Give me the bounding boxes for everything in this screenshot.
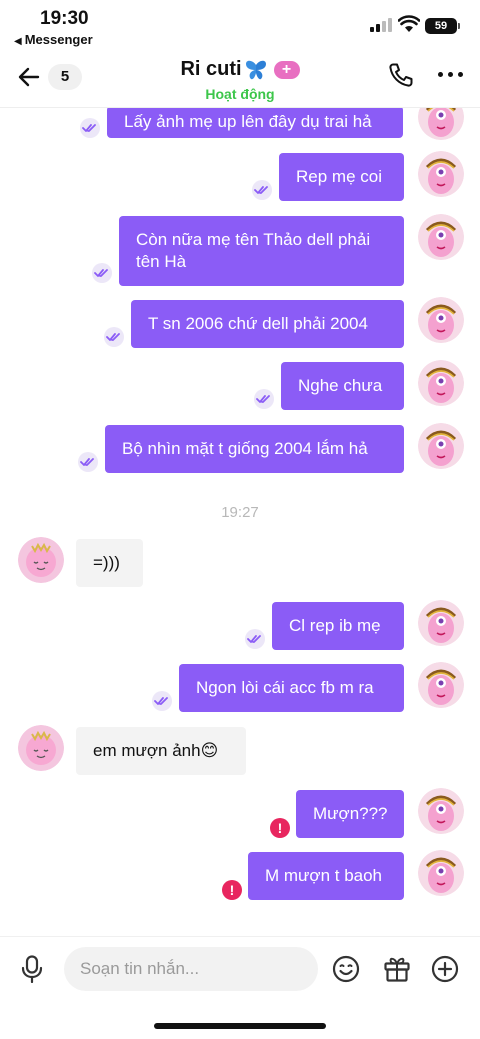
contact-avatar[interactable] — [18, 537, 64, 583]
message-text: Cl rep ib mẹ — [289, 616, 381, 635]
my-avatar[interactable] — [418, 214, 464, 260]
message-text: Ngon lòi cái acc fb m ra — [196, 678, 374, 697]
my-avatar[interactable] — [418, 600, 464, 646]
seen-check-icon — [245, 629, 265, 649]
add-icon[interactable] — [431, 955, 459, 983]
signal-icon — [370, 18, 392, 32]
outgoing-message-bubble[interactable]: Nghe chưa — [281, 362, 404, 410]
my-avatar[interactable] — [418, 108, 464, 140]
seen-check-icon — [78, 452, 98, 472]
my-avatar[interactable] — [418, 788, 464, 834]
outgoing-message-bubble[interactable]: Ngon lòi cái acc fb m ra — [179, 664, 404, 712]
outgoing-message-bubble[interactable]: T sn 2006 chứ dell phải 2004 — [131, 300, 404, 348]
incoming-message-bubble[interactable]: em mượn ảnh😊 — [76, 727, 246, 775]
outgoing-message-bubble[interactable]: Bộ nhìn mặt t giống 2004 lắm hả — [105, 425, 404, 473]
phone-icon[interactable] — [388, 62, 414, 88]
my-avatar[interactable] — [418, 423, 464, 469]
my-avatar[interactable] — [418, 360, 464, 406]
my-avatar[interactable] — [418, 662, 464, 708]
message-text: Còn nữa mẹ tên Thảo dell phải tên Hà — [136, 230, 371, 271]
back-app-label: Messenger — [24, 32, 93, 47]
status-bar: 19:30 ◀ Messenger 59 — [0, 0, 480, 50]
seen-check-icon — [254, 389, 274, 409]
message-list[interactable]: 19:27 Lấy ảnh mẹ up lên đây dụ trai hả Re… — [0, 108, 480, 936]
contact-name: Ri cuti — [180, 58, 242, 80]
outgoing-message-bubble[interactable]: M mượn t baoh — [248, 852, 404, 900]
active-status: Hoạt động — [205, 86, 275, 102]
message-text: Lấy ảnh mẹ up lên đây dụ trai hả — [124, 112, 372, 131]
butterfly-icon — [245, 60, 266, 79]
message-text: M mượn t baoh — [265, 866, 383, 885]
chat-header: 5 Ri cuti + Hoạt động — [0, 50, 480, 108]
outgoing-message-bubble[interactable]: Rep mẹ coi — [279, 153, 404, 201]
my-avatar[interactable] — [418, 297, 464, 343]
wifi-icon — [398, 15, 420, 32]
composer-bar — [0, 936, 480, 1000]
my-avatar[interactable] — [418, 151, 464, 197]
my-avatar[interactable] — [418, 850, 464, 896]
message-text: Mượn??? — [313, 804, 388, 823]
seen-check-icon — [252, 180, 272, 200]
message-text: em mượn ảnh😊 — [93, 741, 219, 760]
battery-indicator: 59 — [425, 18, 460, 34]
gift-icon[interactable] — [383, 955, 411, 983]
back-to-app-link[interactable]: ◀ Messenger — [14, 32, 93, 47]
outgoing-message-bubble[interactable]: Còn nữa mẹ tên Thảo dell phải tên Hà — [119, 216, 404, 286]
error-icon[interactable]: ! — [222, 880, 242, 900]
message-text: =))) — [93, 553, 120, 572]
mic-icon[interactable] — [20, 955, 44, 983]
error-icon[interactable]: ! — [270, 818, 290, 838]
seen-check-icon — [152, 691, 172, 711]
message-input[interactable] — [64, 947, 318, 991]
outgoing-message-bubble[interactable]: Mượn??? — [296, 790, 404, 838]
message-text: T sn 2006 chứ dell phải 2004 — [148, 314, 368, 333]
more-icon[interactable] — [438, 72, 464, 78]
seen-check-icon — [92, 263, 112, 283]
contact-avatar[interactable] — [18, 725, 64, 771]
outgoing-message-bubble[interactable]: Cl rep ib mẹ — [272, 602, 404, 650]
seen-check-icon — [104, 327, 124, 347]
message-text: Bộ nhìn mặt t giống 2004 lắm hả — [122, 439, 368, 458]
emoji-icon[interactable] — [332, 955, 360, 983]
message-timestamp: 19:27 — [221, 504, 259, 521]
status-time: 19:30 — [40, 8, 89, 29]
message-text: Rep mẹ coi — [296, 167, 382, 186]
incoming-message-bubble[interactable]: =))) — [76, 539, 143, 587]
home-indicator — [154, 1023, 326, 1029]
seen-check-icon — [80, 118, 100, 138]
back-triangle-icon: ◀ — [14, 36, 22, 47]
plus-badge: + — [273, 60, 300, 79]
outgoing-message-bubble[interactable]: Lấy ảnh mẹ up lên đây dụ trai hả — [107, 108, 403, 138]
message-text: Nghe chưa — [298, 376, 383, 395]
